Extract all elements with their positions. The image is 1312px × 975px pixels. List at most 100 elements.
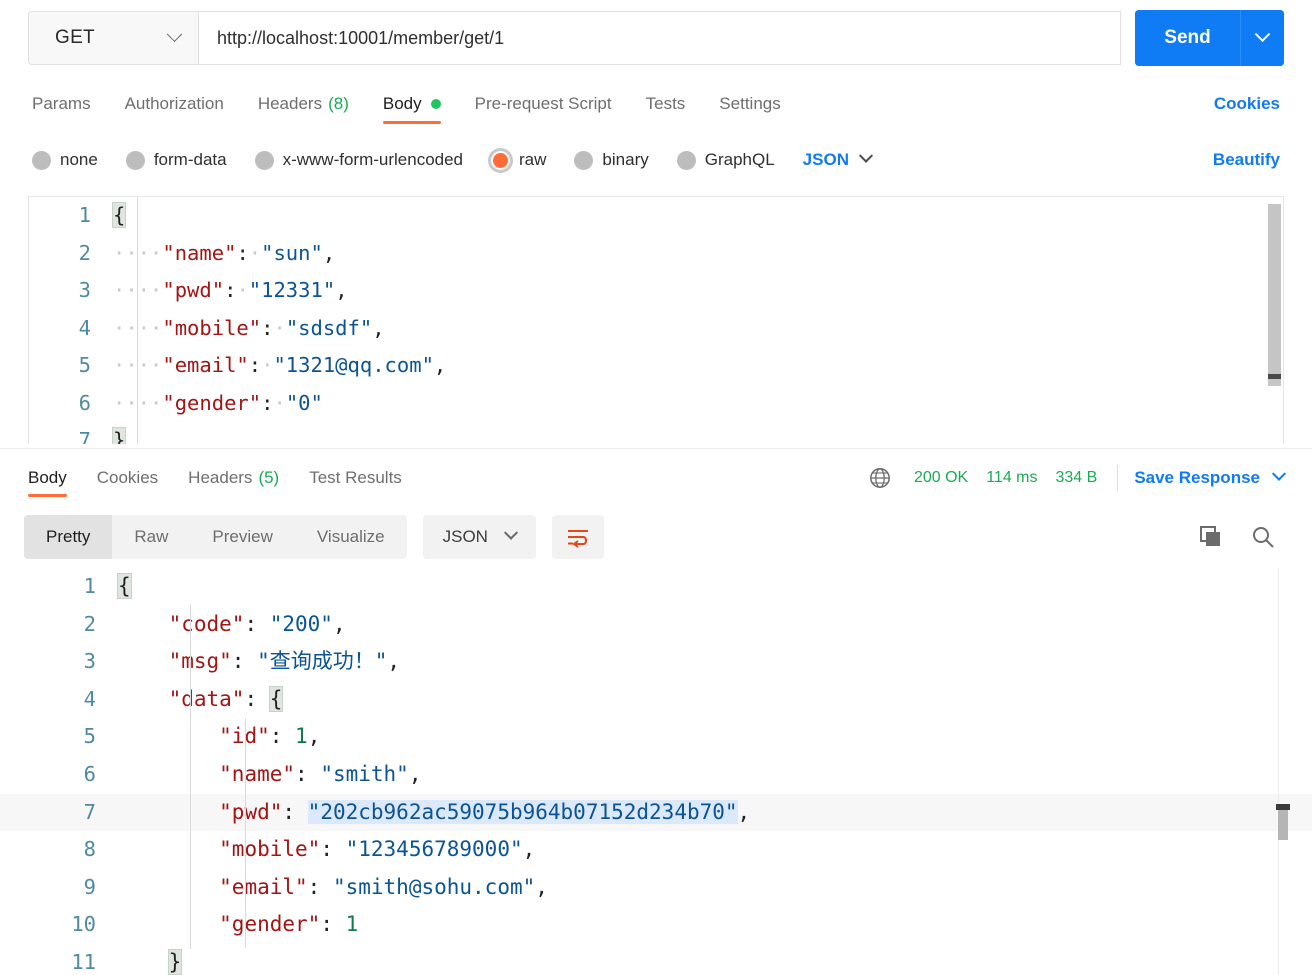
- tab-tests[interactable]: Tests: [646, 76, 686, 132]
- response-format-label: JSON: [442, 527, 488, 546]
- code-line: 4 "data": {: [0, 681, 1312, 719]
- headers-count: (8): [328, 94, 349, 113]
- send-options-button[interactable]: [1240, 10, 1284, 66]
- body-type-none[interactable]: none: [32, 150, 98, 170]
- response-tab-test-results[interactable]: Test Results: [309, 449, 402, 507]
- code-line: 11 }: [0, 944, 1312, 975]
- send-button[interactable]: Send: [1135, 10, 1240, 66]
- http-method-selector[interactable]: GET: [28, 11, 198, 65]
- response-body-viewer[interactable]: 1{2 "code": "200", 3 "msg": "查询成功！", 4 "da…: [0, 568, 1312, 975]
- word-wrap-toggle[interactable]: [551, 515, 604, 559]
- response-tab-headers[interactable]: Headers (5): [188, 449, 279, 507]
- code-line: 6 "name": "smith",: [0, 756, 1312, 794]
- response-indent-guide-2: [245, 718, 246, 948]
- response-body-code[interactable]: 1{2 "code": "200", 3 "msg": "查询成功！", 4 "da…: [0, 568, 1312, 975]
- line-number: 6: [83, 761, 96, 786]
- cookies-link[interactable]: Cookies: [1214, 94, 1280, 114]
- response-tab-body[interactable]: Body: [28, 449, 67, 507]
- code-line: 8 "mobile": "123456789000",: [0, 831, 1312, 869]
- request-body-editor[interactable]: 1{2····"name":·"sun",3····"pwd":·"12331"…: [28, 196, 1284, 444]
- response-meta-bar: Body Cookies Headers (5) Test Results 20…: [0, 448, 1312, 506]
- body-type-form-data[interactable]: form-data: [125, 150, 227, 170]
- line-number: 3: [78, 278, 91, 302]
- chevron-down-icon: [1254, 25, 1271, 42]
- request-format-label: JSON: [802, 150, 849, 169]
- tab-label: Params: [32, 94, 91, 113]
- body-type-label: none: [60, 150, 98, 169]
- line-content: "mobile": "123456789000",: [219, 837, 536, 862]
- body-type-label: GraphQL: [704, 150, 775, 169]
- beautify-button[interactable]: Beautify: [1213, 150, 1280, 170]
- url-input[interactable]: http://localhost:10001/member/get/1: [198, 11, 1121, 65]
- tab-label: Body: [382, 94, 422, 113]
- line-content: ····"gender":·"0": [113, 390, 323, 415]
- body-type-label: binary: [602, 150, 649, 169]
- tab-headers[interactable]: Headers (8): [258, 76, 349, 132]
- body-type-graphql[interactable]: GraphQL: [676, 150, 775, 170]
- body-type-label: x-www-form-urlencoded: [282, 150, 464, 169]
- line-number: 6: [78, 390, 91, 415]
- save-response-button[interactable]: Save Response: [1134, 468, 1260, 488]
- tab-settings[interactable]: Settings: [719, 76, 780, 132]
- chevron-down-icon: [503, 525, 519, 540]
- request-format-selector[interactable]: JSON: [802, 148, 874, 170]
- line-content: }: [107, 422, 127, 444]
- line-content: "name": "smith",: [219, 761, 422, 786]
- body-type-urlencoded[interactable]: x-www-form-urlencoded: [254, 150, 464, 170]
- code-line: 2 ····"name":·"sun",: [29, 235, 1283, 273]
- line-content: "data": {: [168, 685, 284, 712]
- line-content: ····"name":·"sun",: [113, 240, 336, 265]
- code-line: 9 "email": "smith@sohu.com",: [0, 869, 1312, 907]
- line-content: "msg": "查询成功！",: [168, 649, 401, 674]
- radio-icon: [32, 150, 51, 170]
- copy-icon[interactable]: [1198, 524, 1224, 550]
- tab-params[interactable]: Params: [32, 76, 91, 132]
- request-body-code[interactable]: 1{2····"name":·"sun",3····"pwd":·"12331"…: [29, 197, 1283, 444]
- line-number: 2: [83, 611, 96, 636]
- code-line: 7}: [29, 422, 1283, 444]
- response-time: 114 ms: [986, 468, 1038, 486]
- view-mode-pretty[interactable]: Pretty: [24, 515, 113, 559]
- line-content: ····"pwd":·"12331",: [113, 278, 348, 302]
- tab-authorization[interactable]: Authorization: [125, 76, 224, 132]
- code-line: 5 "id": 1,: [0, 718, 1312, 756]
- response-headers-count: (5): [258, 467, 280, 487]
- body-type-raw[interactable]: raw: [491, 150, 546, 170]
- request-editor-scrollbar[interactable]: [1265, 198, 1283, 444]
- view-mode-visualize[interactable]: Visualize: [295, 515, 407, 559]
- tab-label: Tests: [645, 94, 686, 113]
- line-number: 9: [83, 874, 96, 899]
- line-number: 1: [78, 203, 91, 227]
- view-mode-preview[interactable]: Preview: [190, 515, 294, 559]
- line-number: 5: [78, 353, 91, 377]
- line-content: "email": "smith@sohu.com",: [219, 874, 548, 899]
- url-text: http://localhost:10001/member/get/1: [217, 27, 505, 48]
- line-content: "id": 1,: [219, 724, 321, 749]
- response-size: 334 B: [1055, 468, 1098, 486]
- line-number: 7: [78, 428, 91, 444]
- response-tab-cookies[interactable]: Cookies: [97, 449, 158, 507]
- line-number: 10: [71, 912, 96, 937]
- response-format-selector[interactable]: JSON: [422, 515, 536, 559]
- tab-label: Headers: [257, 94, 323, 113]
- tab-label: Test Results: [309, 467, 402, 487]
- search-icon[interactable]: [1250, 524, 1276, 550]
- code-line: 5 ····"email":·"1321@qq.com",: [29, 347, 1283, 385]
- chevron-down-icon[interactable]: [1271, 466, 1287, 481]
- tab-pre-request-script[interactable]: Pre-request Script: [475, 76, 612, 132]
- line-content: ····"email":·"1321@qq.com",: [113, 353, 447, 377]
- response-view-mode-group: Pretty Raw Preview Visualize: [24, 515, 407, 559]
- tab-body[interactable]: Body: [382, 76, 441, 132]
- scrollbar-thumb[interactable]: [1268, 204, 1281, 386]
- radio-icon: [676, 150, 696, 170]
- line-number: 5: [83, 724, 96, 749]
- scrollbar-marker: [1268, 374, 1281, 379]
- body-type-binary[interactable]: binary: [574, 150, 649, 170]
- view-mode-raw[interactable]: Raw: [112, 515, 190, 559]
- scrollbar-thumb[interactable]: [1278, 808, 1288, 840]
- code-line: 6 ····"gender":·"0": [29, 385, 1283, 423]
- globe-icon: [870, 467, 890, 488]
- tab-label: Authorization: [124, 94, 224, 113]
- response-status-area: 200 OK 114 ms 334 B Save Response: [868, 464, 1287, 491]
- response-scrollbar[interactable]: [1278, 568, 1288, 975]
